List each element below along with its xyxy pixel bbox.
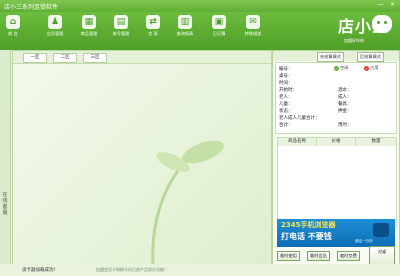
toolbar-handover[interactable]: ⇄ 交 班 (140, 12, 166, 50)
advertisement-banner[interactable]: 2345手机浏览器 打电话 不要钱 通话一分钟 (277, 219, 395, 247)
title-bar: 店小三系列连锁软件 — × (0, 0, 400, 12)
temp-member-button[interactable]: 临时会员 (307, 251, 330, 261)
column-price[interactable]: 价格 (317, 138, 356, 146)
field-deposit: 押金： (338, 109, 352, 114)
ad-line-2: 打电话 不要钱 (281, 232, 332, 241)
toolbar-special[interactable]: ✉ 特殊描述 (240, 12, 266, 50)
temp-order-button[interactable]: 临时使用 (277, 251, 300, 261)
customer-service-strip[interactable]: 在线客服 (0, 50, 11, 276)
field-wine: 酒水： (338, 88, 352, 93)
toolbar-reports[interactable]: ▥ 查询报表 (172, 12, 198, 50)
field-total: 合计： (279, 123, 293, 128)
table-area: 一区 二区 三区 (12, 50, 272, 266)
hint-text: 加盟会员卡和刷卡机已经产品部分功能！ (96, 267, 168, 272)
ad-line-1: 2345手机浏览器 (281, 221, 336, 229)
report-icon: ▥ (178, 15, 192, 29)
logo-subtitle: 加盟好伙伴 (344, 38, 364, 43)
column-product-name[interactable]: 商品名称 (278, 138, 317, 146)
later-pay-mode-button[interactable]: 后结算模式 (357, 52, 384, 62)
field-number: 编号： (279, 67, 293, 72)
store-icon: ▦ (82, 15, 96, 29)
tab-zone-1[interactable]: 一区 (23, 53, 47, 63)
close-button[interactable]: × (388, 1, 397, 9)
action-button-row: 临时使用 临时会员 临时交费 对桌 (275, 246, 397, 266)
temp-pay-button[interactable]: 临时交费 (337, 251, 360, 261)
column-quantity[interactable]: 数量 (356, 138, 396, 146)
phone-icon (373, 223, 389, 237)
field-time: 时间： (279, 81, 293, 86)
users-icon: ♟ (48, 15, 62, 29)
tab-zone-2[interactable]: 二区 (53, 53, 77, 63)
field-meal: 餐具： (338, 102, 352, 107)
zone-tabs: 一区 二区 三区 (13, 51, 271, 64)
home-icon: ⌂ (6, 15, 20, 29)
status-text: 读卡器加载成功！ (22, 268, 58, 273)
field-elder: 老人： (279, 95, 293, 100)
busy-icon: ✓ (364, 65, 369, 71)
calendar-icon: ▣ (212, 15, 226, 29)
legend-busy: ✓ 占用 (364, 65, 379, 71)
field-remark: 老人成人儿童合计： (279, 116, 320, 121)
join-table-button[interactable]: 对桌 (369, 246, 395, 266)
gift-icon: ✉ (246, 15, 260, 29)
toolbar-accounts[interactable]: ▤ 账号管理 (108, 12, 134, 50)
legend-free: ✓ 空闲 (334, 65, 349, 71)
field-adult: 成人： (338, 95, 352, 100)
order-items-table[interactable]: 商品名称 价格 数量 (277, 137, 397, 227)
field-table-no: 桌号： (279, 74, 293, 79)
tab-zone-3[interactable]: 三区 (83, 53, 107, 63)
status-bar: 读卡器加载成功！ 加盟会员卡和刷卡机已经产品部分功能！ (0, 264, 400, 276)
ad-line-3: 通话一分钟 (355, 239, 373, 243)
table-info-card: ✓ 空闲 ✓ 占用 编号： 桌号： 时间： 开始时： 老人： 儿童： 状态： 老人成… (275, 62, 397, 134)
minimize-button[interactable]: — (376, 1, 385, 9)
first-pay-mode-button[interactable]: 先结算模式 (317, 52, 344, 62)
handover-icon: ⇄ (146, 15, 160, 29)
toolbar-products[interactable]: ▦ 商品管理 (76, 12, 102, 50)
field-status: 状态： (279, 109, 293, 114)
window-title: 店小三系列连锁软件 (4, 4, 59, 11)
toolbar-front-desk[interactable]: ⌂ 前 台 (4, 12, 22, 50)
brand-logo: 店小三 加盟好伙伴 (336, 13, 396, 47)
mode-bar: 先结算模式 后结算模式 (273, 51, 399, 62)
field-start: 开始时： (279, 88, 297, 93)
toolbar-members[interactable]: ♟ 会员管理 (42, 12, 68, 50)
account-book-icon: ▤ (114, 15, 128, 29)
field-used-time: 用时： (338, 123, 352, 128)
toolbar-diary[interactable]: ▣ 日记簿 (206, 12, 232, 50)
sprout-background (151, 140, 224, 264)
customer-service-label: 在线客服 (2, 192, 8, 216)
mascot-icon (372, 15, 392, 33)
check-icon: ✓ (334, 65, 339, 71)
field-child: 儿童： (279, 102, 293, 107)
order-panel: 先结算模式 后结算模式 ✓ 空闲 ✓ 占用 编号： 桌号： 时间： 开始时： 老人：… (272, 50, 400, 266)
